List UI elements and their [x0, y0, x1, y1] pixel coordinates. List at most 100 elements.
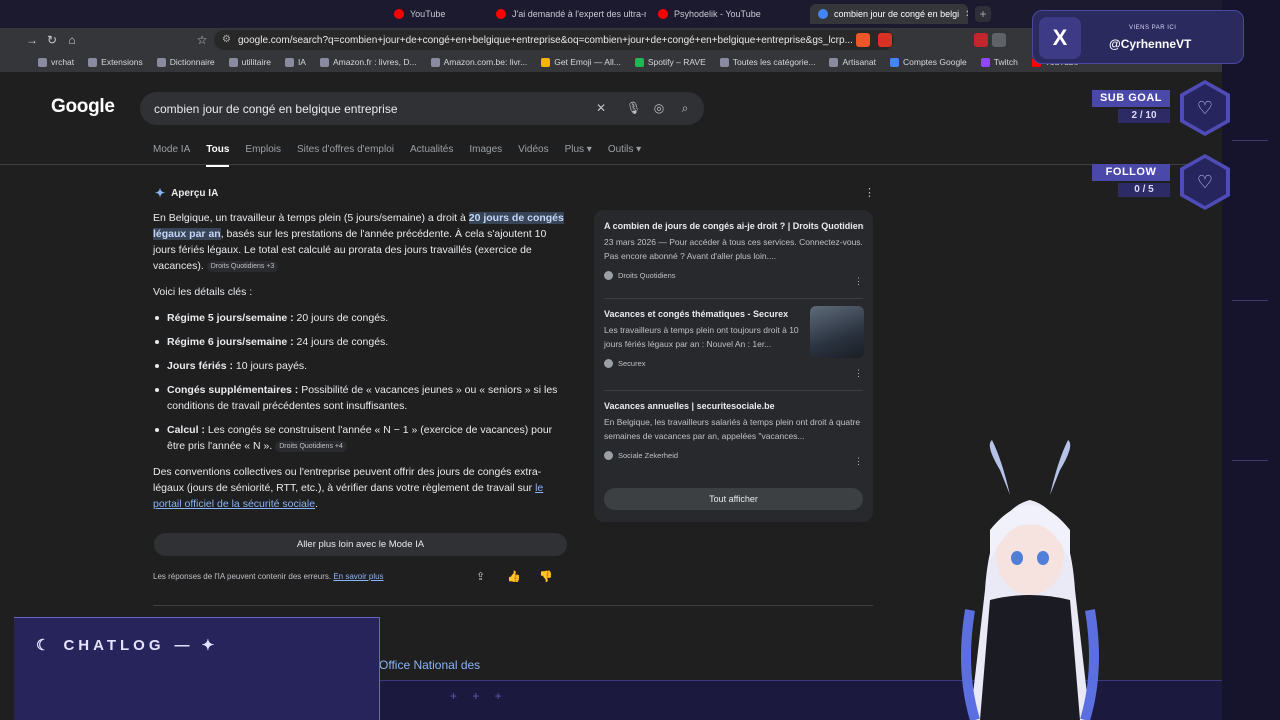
outro-end: . [315, 498, 318, 510]
ai-mode-button[interactable]: Aller plus loin avec le Mode IA [154, 533, 567, 556]
bookmark-spotify[interactable]: Spotify – RAVE [634, 57, 706, 67]
tab-label: YouTube [410, 9, 446, 19]
new-tab-button[interactable]: + [975, 6, 991, 22]
sub-goal-count: 2 / 10 [1118, 109, 1170, 123]
source-card[interactable]: Vacances et congés thématiques - Securex… [604, 308, 804, 368]
source-snippet: 23 mars 2026 — Pour accéder à tous ces s… [604, 237, 863, 261]
bookmark-amazon-fr[interactable]: Amazon.fr : livres, D... [319, 57, 417, 67]
share-icon[interactable]: ⇪ [476, 570, 485, 583]
follow-goal-widget: FOLLOW 0 / 5 [1092, 164, 1170, 197]
bookmark-icon[interactable]: ☆ [194, 32, 210, 48]
source-snippet: Les travailleurs à temps plein ont toujo… [604, 325, 799, 349]
sub-goal-widget: SUB GOAL 2 / 10 [1092, 90, 1170, 123]
extension-icon[interactable] [992, 33, 1006, 47]
warning-extension-icon[interactable] [878, 33, 892, 47]
list-item: Congés supplémentaires : Possibilité de … [153, 382, 567, 414]
amazon-icon [319, 57, 329, 67]
more-options-icon[interactable]: ⋮ [864, 186, 875, 199]
bookmark-amazon-be[interactable]: Amazon.com.be: livr... [430, 57, 528, 67]
bullet-text: 10 jours payés. [232, 360, 308, 372]
source-site-name: Sociale Zekerheid [618, 451, 679, 460]
brave-extension-icon[interactable] [856, 33, 870, 47]
amazon-icon [430, 57, 440, 67]
close-tab-icon[interactable]: ✕ [965, 9, 968, 20]
folder-icon [829, 57, 839, 67]
bookmark-utilitaire[interactable]: utilitaire [228, 57, 271, 67]
sub-goal-label: SUB GOAL [1092, 90, 1170, 107]
spotify-icon [634, 57, 644, 67]
bookmark-label: Dictionnaire [169, 57, 215, 67]
bookmark-label: utilitaire [241, 57, 271, 67]
folder-icon [719, 57, 729, 67]
bookmark-artisanat[interactable]: Artisanat [829, 57, 876, 67]
source-title[interactable]: A combien de jours de congés ai-je droit… [604, 220, 864, 233]
citation-chip[interactable]: Droits Quotidiens +3 [206, 260, 279, 272]
twitch-icon [980, 57, 990, 67]
source-site-name: Droits Quotidiens [618, 271, 676, 280]
clear-icon[interactable]: ✕ [594, 101, 608, 115]
bullet-term: Régime 6 jours/semaine : [167, 336, 294, 348]
more-options-icon[interactable]: ⋮ [854, 456, 863, 467]
tab-google-search[interactable]: combien jour de congé en belgi ✕ [810, 4, 968, 24]
source-site: Securex [604, 359, 804, 368]
search-query: combien jour de congé en belgique entrep… [154, 101, 398, 116]
home-icon[interactable]: ⌂ [64, 32, 80, 48]
outro-text: Des conventions collectives ou l'entrepr… [153, 466, 542, 494]
tab-expert-video[interactable]: J'ai demandé à l'expert des ultra-rich [488, 4, 646, 24]
bookmark-get-emoji[interactable]: Get Emoji — All... [541, 57, 621, 67]
more-options-icon[interactable]: ⋮ [854, 276, 863, 287]
chatlog-header: ☾ CHATLOG — ✦ [36, 636, 218, 655]
bookmark-vrchat[interactable]: vrchat [38, 57, 74, 67]
overlay-line [1232, 460, 1268, 461]
search-input[interactable]: combien jour de congé en belgique entrep… [140, 92, 704, 125]
folder-icon [38, 57, 47, 67]
source-card[interactable]: A combien de jours de congés ai-je droit… [604, 220, 864, 280]
bookmark-ia[interactable]: IA [284, 57, 306, 67]
source-thumbnail[interactable] [810, 306, 864, 358]
tab-psyhodelik[interactable]: Psyhodelik - YouTube [650, 4, 800, 24]
x-badge-caption: VIENS PAR ICI [1129, 25, 1177, 31]
list-item: Régime 5 jours/semaine : 20 jours de con… [153, 310, 567, 326]
learn-more-link[interactable]: En savoir plus [333, 572, 383, 581]
tab-label: J'ai demandé à l'expert des ultra-rich [512, 9, 646, 19]
site-info-icon[interactable]: ⚙ [222, 34, 231, 45]
forward-icon[interactable]: → [24, 32, 40, 48]
bookmark-dictionnaire[interactable]: Dictionnaire [156, 57, 215, 67]
bookmark-google-accounts[interactable]: Comptes Google [890, 57, 967, 67]
next-result-title[interactable]: Office National des [379, 658, 480, 672]
folder-icon [284, 57, 294, 67]
camera-lens-icon[interactable]: ◎ [652, 101, 666, 115]
address-bar[interactable]: ⚙ google.com/search?q=combien+jour+de+co… [214, 30, 894, 50]
list-item: Régime 6 jours/semaine : 24 jours de con… [153, 334, 567, 350]
reload-icon[interactable]: ↻ [44, 32, 60, 48]
microphone-icon[interactable]: 🎙 [626, 101, 641, 115]
list-item: Calcul : Les congés se construisent l'an… [153, 422, 567, 454]
overlay-line [1232, 140, 1268, 141]
site-favicon [604, 451, 613, 460]
folder-icon [228, 57, 238, 67]
source-divider [604, 390, 863, 391]
search-icon[interactable]: ⌕ [678, 101, 692, 116]
source-card[interactable]: Vacances annuelles | securitesociale.be … [604, 400, 864, 460]
bookmark-twitch[interactable]: Twitch [980, 57, 1018, 67]
bookmark-categories[interactable]: Toutes les catégorie... [719, 57, 815, 67]
bullet-term: Congés supplémentaires : [167, 384, 299, 396]
tab-youtube[interactable]: YouTube [386, 4, 486, 24]
url-text: google.com/search?q=combien+jour+de+cong… [238, 34, 853, 46]
source-title[interactable]: Vacances annuelles | securitesociale.be [604, 400, 864, 413]
bookmark-extensions[interactable]: Extensions [88, 57, 143, 67]
folder-icon [156, 57, 166, 67]
list-item: Jours fériés : 10 jours payés. [153, 358, 567, 374]
tab-label: Psyhodelik - YouTube [674, 9, 761, 19]
bookmark-label: Amazon.com.be: livr... [443, 57, 528, 67]
bullet-text: 24 jours de congés. [293, 336, 389, 348]
show-all-button[interactable]: Tout afficher [604, 488, 863, 510]
bookmark-label: Get Emoji — All... [554, 57, 621, 67]
pdf-extension-icon[interactable] [974, 33, 988, 47]
source-title[interactable]: Vacances et congés thématiques - Securex [604, 308, 804, 321]
google-logo[interactable]: Google [51, 96, 115, 118]
more-options-icon[interactable]: ⋮ [854, 368, 863, 379]
citation-chip[interactable]: Droits Quotidiens +4 [275, 440, 347, 452]
thumbs-up-icon[interactable]: 👍 [507, 570, 521, 583]
thumbs-down-icon[interactable]: 👎 [539, 570, 553, 583]
